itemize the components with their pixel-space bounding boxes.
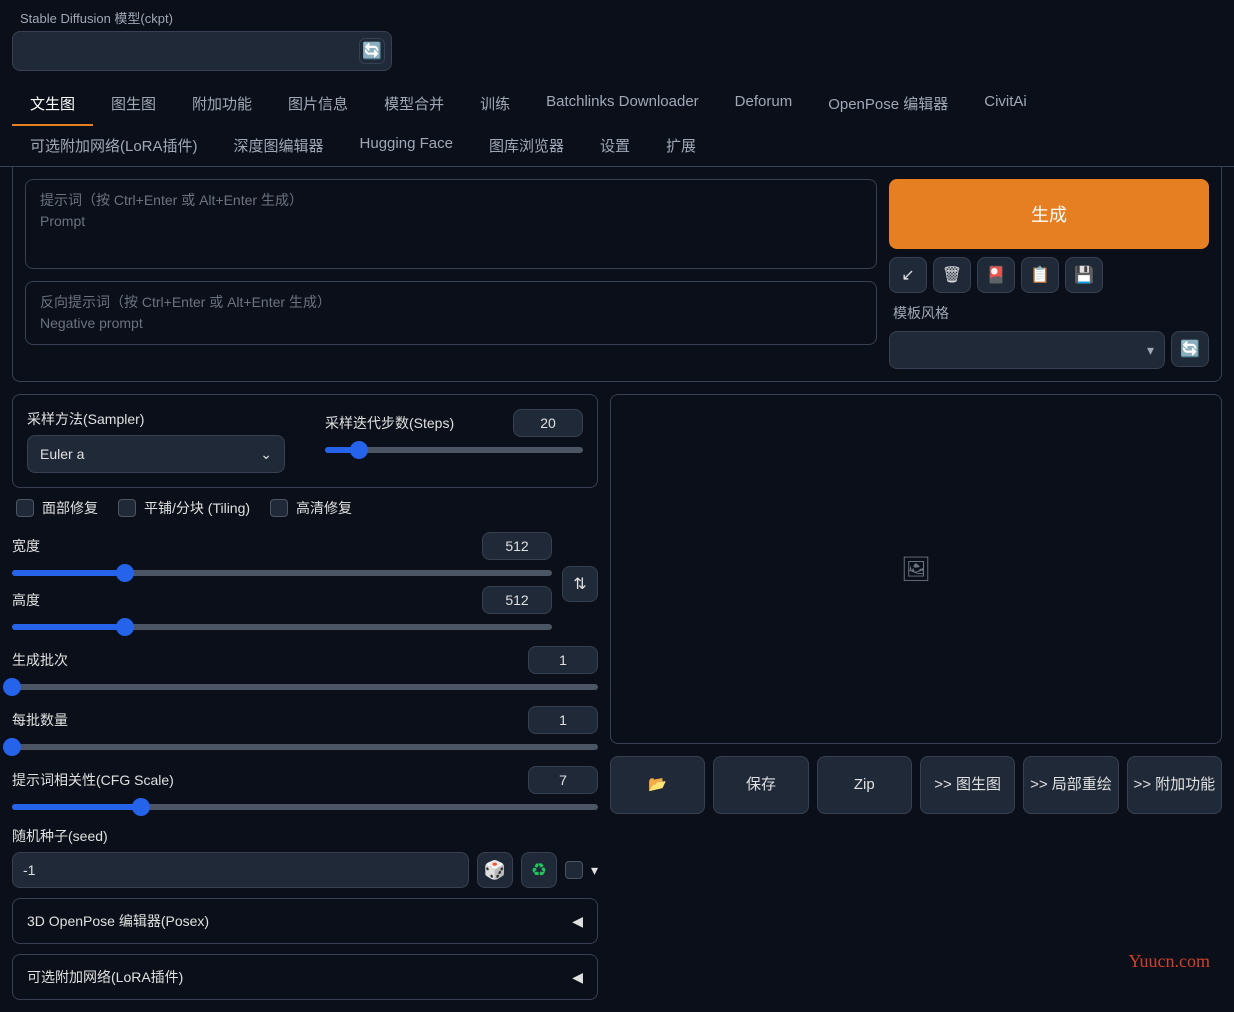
- steps-slider[interactable]: [325, 447, 583, 453]
- tab-settings[interactable]: 设置: [582, 125, 648, 166]
- batch-count-slider[interactable]: [12, 684, 598, 690]
- triangle-left-icon: ◀: [572, 969, 583, 986]
- sampler-label: 采样方法(Sampler): [27, 409, 285, 429]
- trash-icon: 🗑: [942, 265, 962, 285]
- tiling-label: 平铺/分块 (Tiling): [144, 498, 250, 518]
- hires-fix-label: 高清修复: [296, 498, 352, 518]
- tiling-checkbox[interactable]: [118, 499, 136, 517]
- chevron-down-icon: ⌄: [260, 446, 272, 463]
- batch-size-label: 每批数量: [12, 710, 68, 730]
- tab-civitai[interactable]: CivitAi: [966, 83, 1045, 125]
- card-icon: 🎴: [986, 265, 1006, 285]
- refresh-icon: 🔄: [362, 41, 382, 61]
- height-label: 高度: [12, 590, 40, 610]
- tab-batchlinks[interactable]: Batchlinks Downloader: [528, 83, 717, 125]
- reuse-seed-button[interactable]: ♻: [521, 852, 557, 888]
- clear-button[interactable]: 🗑: [933, 257, 971, 293]
- folder-icon: 📂: [648, 775, 667, 795]
- triangle-left-icon: ◀: [572, 913, 583, 930]
- send-inpaint-button[interactable]: >> 局部重绘: [1023, 756, 1118, 814]
- accordion-posex[interactable]: 3D OpenPose 编辑器(Posex) ◀: [12, 898, 598, 944]
- accordion-lora[interactable]: 可选附加网络(LoRA插件) ◀: [12, 954, 598, 1000]
- output-preview: 🖼: [610, 394, 1222, 744]
- sampler-value: Euler a: [40, 446, 84, 462]
- tab-merge[interactable]: 模型合并: [366, 83, 462, 125]
- style-select[interactable]: ▾: [889, 331, 1165, 369]
- prompt-placeholder-cn: 提示词（按 Ctrl+Enter 或 Alt+Enter 生成）: [40, 190, 862, 211]
- paste-button[interactable]: 📋: [1021, 257, 1059, 293]
- cfg-slider[interactable]: [12, 804, 598, 810]
- model-label: Stable Diffusion 模型(ckpt): [20, 8, 1222, 27]
- dice-icon: 🎲: [484, 860, 506, 881]
- seed-label: 随机种子(seed): [12, 826, 108, 846]
- tabs: 文生图 图生图 附加功能 图片信息 模型合并 训练 Batchlinks Dow…: [0, 71, 1234, 167]
- tab-deforum[interactable]: Deforum: [717, 83, 811, 125]
- tab-pnginfo[interactable]: 图片信息: [270, 83, 366, 125]
- restore-faces-checkbox[interactable]: [16, 499, 34, 517]
- save-style-button[interactable]: 💾: [1065, 257, 1103, 293]
- clipboard-icon: 📋: [1030, 265, 1050, 285]
- image-placeholder-icon: 🖼: [901, 555, 931, 584]
- cfg-value[interactable]: 7: [528, 766, 598, 794]
- tab-hf[interactable]: Hugging Face: [342, 125, 471, 166]
- tab-depth[interactable]: 深度图编辑器: [216, 125, 342, 166]
- save-icon: 💾: [1074, 265, 1094, 285]
- batch-count-label: 生成批次: [12, 650, 68, 670]
- send-img2img-button[interactable]: >> 图生图: [920, 756, 1015, 814]
- chevron-down-icon: ▾: [1147, 342, 1154, 359]
- tab-openpose[interactable]: OpenPose 编辑器: [810, 83, 966, 125]
- hires-fix-checkbox[interactable]: [270, 499, 288, 517]
- height-slider[interactable]: [12, 624, 552, 630]
- save-button[interactable]: 保存: [713, 756, 808, 814]
- tab-extras[interactable]: 附加功能: [174, 83, 270, 125]
- batch-count-value[interactable]: 1: [528, 646, 598, 674]
- interrogate-button[interactable]: ↙: [889, 257, 927, 293]
- swap-dimensions-button[interactable]: ⇅: [562, 566, 598, 602]
- steps-label: 采样迭代步数(Steps): [325, 413, 454, 433]
- zip-button[interactable]: Zip: [817, 756, 912, 814]
- model-select[interactable]: 🔄: [12, 31, 392, 71]
- accordion-lora-label: 可选附加网络(LoRA插件): [27, 967, 183, 987]
- steps-value[interactable]: 20: [513, 409, 583, 437]
- restore-faces-label: 面部修复: [42, 498, 98, 518]
- arrow-icon: ↙: [901, 265, 914, 285]
- batch-size-value[interactable]: 1: [528, 706, 598, 734]
- tab-train[interactable]: 训练: [462, 83, 528, 125]
- tab-lora[interactable]: 可选附加网络(LoRA插件): [12, 125, 216, 166]
- prompt-input[interactable]: 提示词（按 Ctrl+Enter 或 Alt+Enter 生成） Prompt: [25, 179, 877, 269]
- extra-seed-checkbox[interactable]: [565, 861, 583, 879]
- recycle-icon: ♻: [531, 860, 547, 881]
- width-slider[interactable]: [12, 570, 552, 576]
- neg-prompt-placeholder-en: Negative prompt: [40, 313, 862, 334]
- random-seed-button[interactable]: 🎲: [477, 852, 513, 888]
- height-value[interactable]: 512: [482, 586, 552, 614]
- cfg-label: 提示词相关性(CFG Scale): [12, 770, 174, 790]
- swap-icon: ⇅: [573, 574, 586, 594]
- open-folder-button[interactable]: 📂: [610, 756, 705, 814]
- refresh-model-button[interactable]: 🔄: [359, 38, 385, 64]
- width-label: 宽度: [12, 536, 40, 556]
- tab-extensions[interactable]: 扩展: [648, 125, 714, 166]
- tab-txt2img[interactable]: 文生图: [12, 83, 93, 126]
- refresh-icon: 🔄: [1180, 339, 1200, 359]
- prompt-placeholder-en: Prompt: [40, 211, 862, 232]
- batch-size-slider[interactable]: [12, 744, 598, 750]
- accordion-posex-label: 3D OpenPose 编辑器(Posex): [27, 911, 209, 931]
- style-label: 模板风格: [893, 303, 1209, 323]
- send-extras-button[interactable]: >> 附加功能: [1127, 756, 1222, 814]
- seed-input[interactable]: -1: [12, 852, 469, 888]
- sampler-select[interactable]: Euler a ⌄: [27, 435, 285, 473]
- refresh-style-button[interactable]: 🔄: [1171, 331, 1209, 367]
- neg-prompt-placeholder-cn: 反向提示词（按 Ctrl+Enter 或 Alt+Enter 生成）: [40, 292, 862, 313]
- width-value[interactable]: 512: [482, 532, 552, 560]
- negative-prompt-input[interactable]: 反向提示词（按 Ctrl+Enter 或 Alt+Enter 生成） Negat…: [25, 281, 877, 345]
- chevron-down-icon: ▾: [591, 862, 598, 879]
- tab-gallery[interactable]: 图库浏览器: [471, 125, 582, 166]
- tab-img2img[interactable]: 图生图: [93, 83, 174, 125]
- extra-networks-button[interactable]: 🎴: [977, 257, 1015, 293]
- generate-button[interactable]: 生成: [889, 179, 1209, 249]
